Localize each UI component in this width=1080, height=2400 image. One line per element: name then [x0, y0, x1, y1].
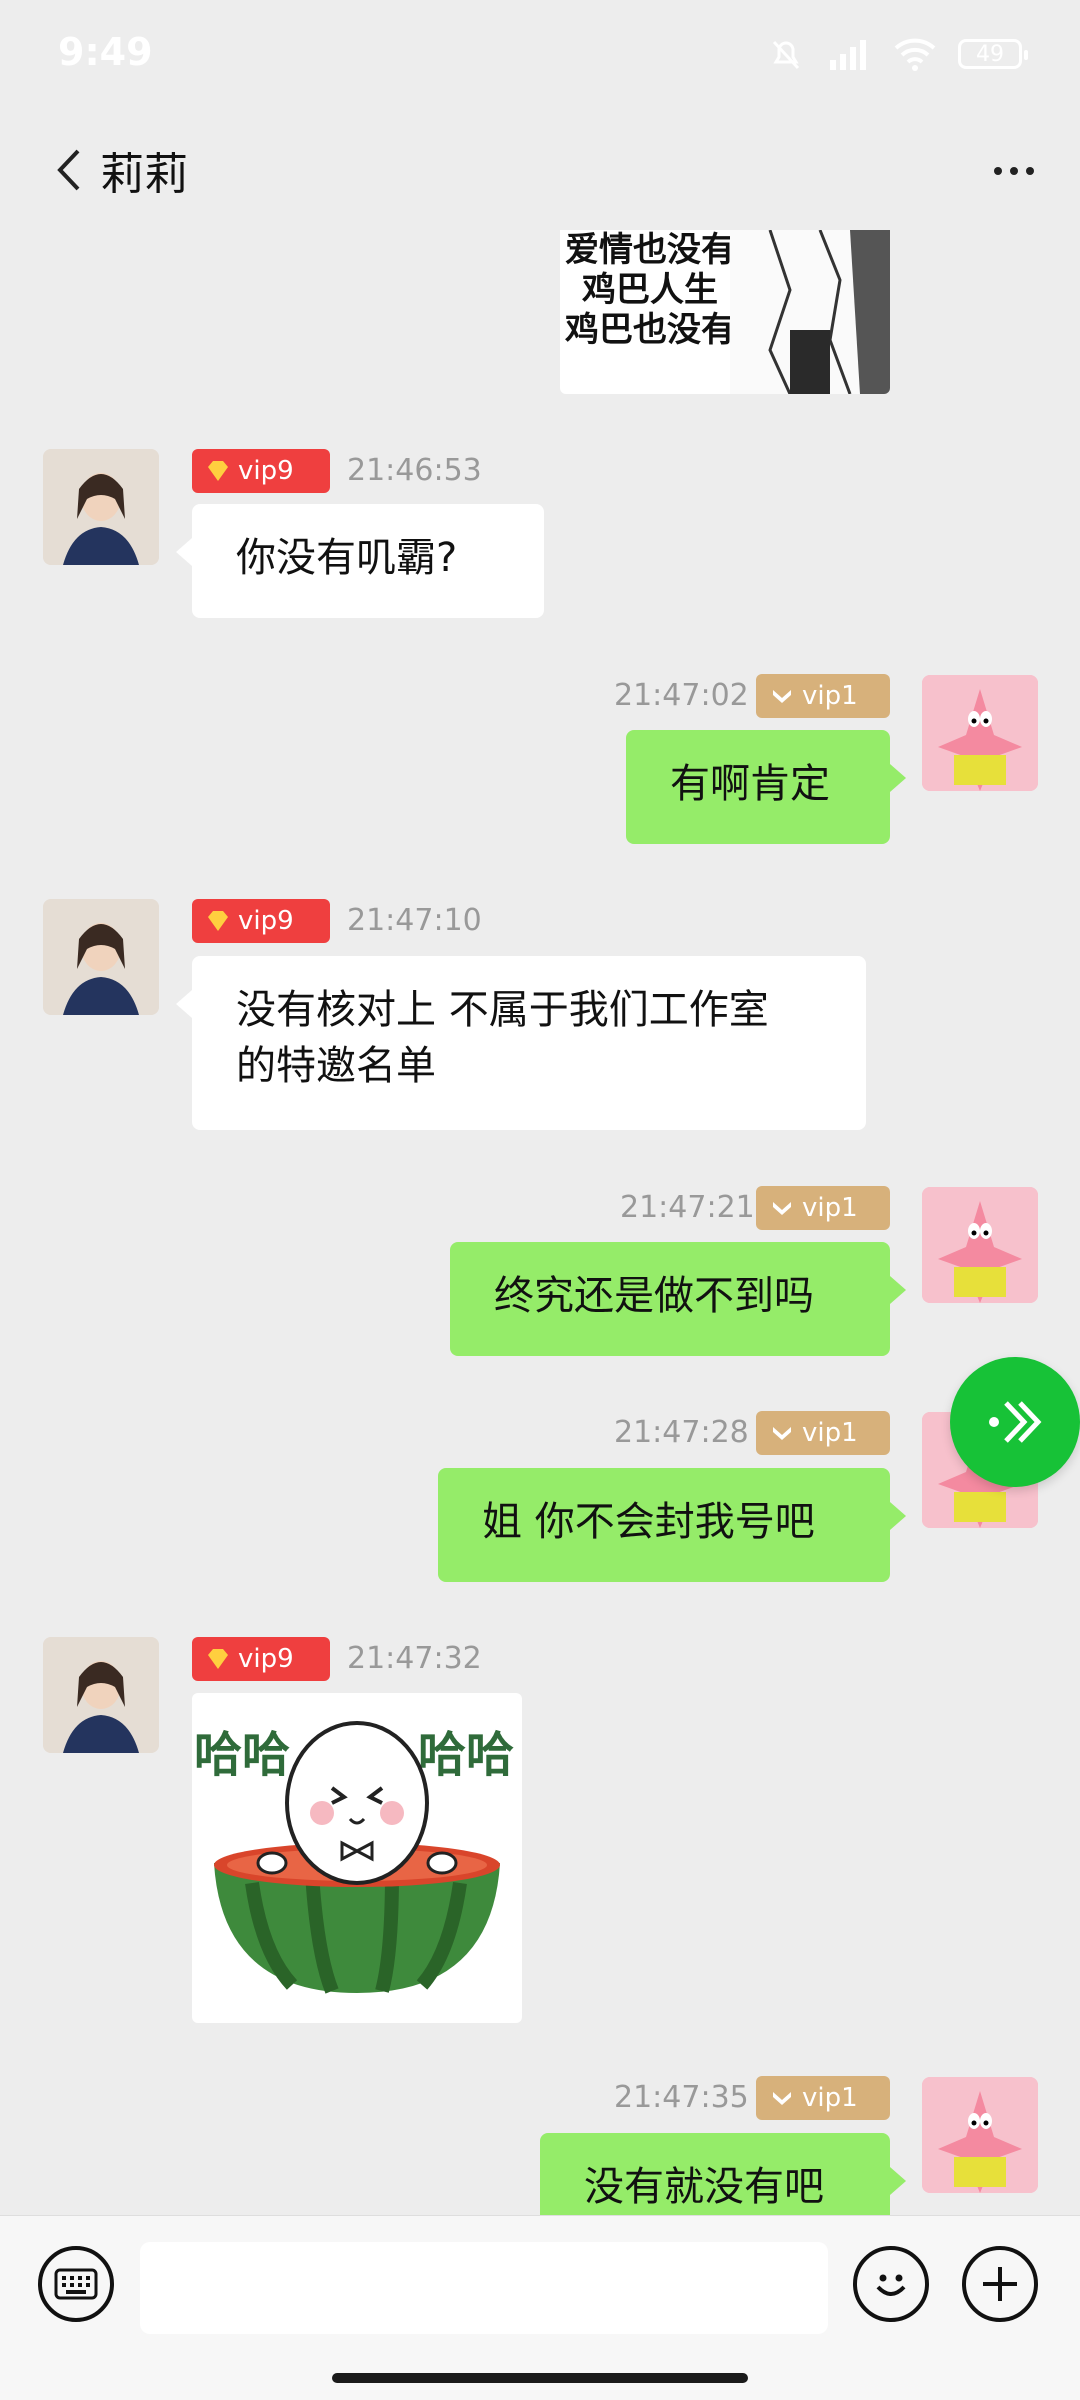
message-timestamp: 21:47:21: [620, 1190, 755, 1225]
message-bubble-outgoing[interactable]: 姐 你不会封我号吧: [438, 1468, 906, 1582]
gem-icon: [208, 1649, 228, 1669]
message-timestamp: 21:47:02: [614, 678, 749, 713]
mute-bell-icon: [772, 40, 800, 70]
title-bar: 莉莉: [0, 110, 1080, 230]
status-time: 9:49: [58, 30, 153, 74]
gem-icon: [208, 461, 228, 481]
message-line: 的特邀名单: [236, 1043, 436, 1089]
message-timestamp: 21:47:35: [614, 2080, 749, 2115]
sticker-illustration: [214, 1721, 500, 1994]
message-bubble-outgoing[interactable]: 终究还是做不到吗: [450, 1242, 906, 1356]
chat-area[interactable]: 爱情也没有 鸡巴人生 鸡巴也没有 vip9 21:46:53 你没有叽霸? 21…: [0, 230, 1080, 2215]
message-bubble-incoming[interactable]: 没有核对上 不属于我们工作室 的特邀名单: [176, 956, 866, 1130]
vip-badge: vip1: [756, 1411, 890, 1455]
sticker-watermelon[interactable]: 哈哈 哈哈: [192, 1693, 522, 2023]
more-dots-icon[interactable]: [984, 146, 1044, 196]
chevron-left-icon[interactable]: [38, 140, 98, 200]
message-input[interactable]: [140, 2242, 828, 2334]
vip-badge: vip9: [192, 899, 330, 943]
avatar-self[interactable]: [922, 675, 1038, 791]
signal-icon: [830, 40, 866, 70]
vip-badge: vip9: [192, 1637, 330, 1681]
message-bubble-incoming[interactable]: 你没有叽霸?: [176, 504, 544, 618]
plus-icon[interactable]: [962, 2246, 1038, 2322]
chevron-badge-icon: [773, 1427, 791, 1440]
avatar-contact[interactable]: [43, 1637, 159, 1753]
chevron-badge-icon: [773, 690, 791, 703]
meme-caption: 爱情也没有 鸡巴人生 鸡巴也没有: [565, 230, 735, 350]
message-bubble-outgoing[interactable]: 有啊肯定: [626, 730, 906, 844]
avatar-self[interactable]: [922, 2077, 1038, 2193]
meme-image[interactable]: 爱情也没有 鸡巴人生 鸡巴也没有: [560, 230, 890, 394]
vip-badge: vip1: [756, 2076, 890, 2120]
status-bar: 9:49 49: [0, 0, 1080, 110]
emoji-icon[interactable]: [853, 2246, 929, 2322]
message-timestamp: 21:47:32: [347, 1641, 482, 1676]
gem-icon: [208, 911, 228, 931]
message-timestamp: 21:46:53: [347, 453, 482, 488]
keyboard-icon[interactable]: [38, 2246, 114, 2322]
status-icons: 49: [766, 30, 1028, 78]
message-line: 没有核对上 不属于我们工作室: [236, 987, 769, 1033]
message-bubble-outgoing[interactable]: 没有就没有吧: [540, 2133, 906, 2215]
vip-badge: vip1: [756, 674, 890, 718]
wifi-icon: [894, 38, 936, 71]
chat-title: 莉莉: [100, 149, 188, 200]
meme-illustration: [730, 230, 890, 394]
input-bar: [0, 2215, 1080, 2346]
home-indicator[interactable]: [332, 2373, 748, 2383]
chevron-badge-icon: [773, 2092, 791, 2105]
avatar-contact[interactable]: [43, 899, 159, 1015]
double-chevron-right-icon[interactable]: [950, 1357, 1080, 1487]
vip-badge: vip1: [756, 1186, 890, 1230]
chevron-badge-icon: [773, 1202, 791, 1215]
message-timestamp: 21:47:28: [614, 1415, 749, 1450]
message-timestamp: 21:47:10: [347, 903, 482, 938]
avatar-self[interactable]: [922, 1187, 1038, 1303]
avatar-contact[interactable]: [43, 449, 159, 565]
battery-indicator: 49: [958, 39, 1028, 69]
vip-badge: vip9: [192, 449, 330, 493]
